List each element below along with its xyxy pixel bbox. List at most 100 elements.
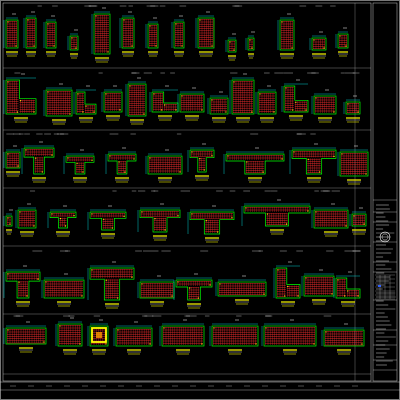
table-cell-fill — [378, 285, 381, 287]
concrete-outline — [189, 149, 215, 173]
corner-bar — [47, 23, 49, 25]
rebar-detail — [145, 149, 183, 183]
rebar-detail — [311, 203, 349, 237]
corner-bar — [91, 269, 93, 271]
corner-bar — [305, 109, 307, 111]
corner-bar — [313, 39, 315, 41]
corner-bar — [191, 213, 193, 215]
corner-bar — [319, 171, 321, 173]
corner-bar — [19, 211, 21, 213]
corner-bar — [245, 207, 247, 209]
corner-bar — [345, 225, 347, 227]
corner-bar — [209, 284, 211, 286]
concrete-outline — [179, 93, 205, 113]
rebar-detail — [41, 273, 85, 307]
corner-bar — [305, 277, 307, 279]
corner-bar — [82, 171, 84, 173]
corner-bar — [123, 19, 125, 21]
concrete-outline — [147, 155, 183, 175]
corner-bar — [59, 218, 62, 220]
rebar-detail — [241, 199, 311, 235]
concrete-outline — [209, 97, 229, 115]
corner-bar — [16, 111, 19, 113]
rebar-detail — [3, 145, 21, 177]
corner-bar — [131, 276, 133, 278]
corner-bar — [107, 51, 109, 53]
title-block — [372, 2, 398, 382]
corner-bar — [201, 109, 203, 111]
concrete-outline — [5, 327, 47, 345]
corner-bar — [69, 113, 71, 115]
corner-bar — [47, 91, 49, 93]
corner-bar — [201, 343, 203, 345]
corner-bar — [73, 215, 75, 217]
corner-bar — [211, 99, 213, 101]
corner-bar — [284, 295, 286, 297]
corner-bar — [117, 297, 119, 299]
corner-bar — [331, 293, 333, 295]
rebar-detail — [289, 143, 337, 183]
cad-drawing-sheet — [0, 0, 400, 400]
corner-bar — [347, 290, 349, 292]
corner-bar — [71, 37, 73, 39]
rebar-detail — [349, 207, 367, 235]
corner-bar — [233, 49, 235, 51]
rebar-detail — [321, 323, 365, 355]
drawing-svg — [0, 0, 400, 400]
corner-bar — [45, 281, 47, 283]
corner-bar — [33, 225, 35, 227]
corner-bar — [353, 215, 355, 217]
rebar-detail — [67, 29, 79, 59]
corner-bar — [149, 25, 151, 27]
corner-bar — [199, 158, 201, 160]
rebar-detail — [209, 319, 259, 355]
rebar-detail — [261, 319, 317, 355]
corner-bar — [175, 109, 177, 111]
corner-bar — [19, 100, 22, 102]
rebar-detail — [149, 85, 179, 121]
corner-bar — [307, 210, 309, 212]
concrete-outline — [189, 211, 235, 235]
rebar-detail — [87, 261, 135, 309]
concrete-outline — [57, 323, 83, 347]
rebar-detail — [333, 271, 361, 307]
corner-bar — [197, 297, 199, 299]
corner-bar — [285, 87, 287, 89]
corner-bar — [337, 279, 339, 281]
rebar-detail — [3, 321, 47, 353]
corner-bar — [154, 218, 156, 220]
corner-bar — [15, 45, 17, 47]
corner-bar — [227, 155, 229, 157]
corner-bar — [281, 158, 283, 160]
corner-bar — [17, 165, 19, 167]
corner-bar — [95, 15, 97, 17]
rebar-detail — [173, 273, 213, 309]
rebar-detail — [195, 11, 215, 57]
corner-bar — [179, 171, 181, 173]
corner-bar — [191, 151, 193, 153]
corner-bar — [262, 171, 264, 173]
corner-bar — [51, 154, 53, 156]
corner-bar — [7, 273, 9, 275]
rebar-detail — [223, 147, 285, 183]
corner-bar — [7, 329, 9, 331]
rebar-detail — [187, 205, 235, 243]
corner-bar — [363, 223, 365, 225]
corner-bar — [155, 45, 157, 47]
corner-bar — [82, 111, 84, 113]
rebar-detail — [311, 89, 337, 123]
concrete-outline — [115, 327, 153, 347]
corner-bar — [333, 155, 335, 157]
corner-bar — [26, 295, 28, 297]
rebar-detail — [119, 11, 135, 57]
corner-bar — [293, 151, 295, 153]
corner-bar — [7, 21, 9, 23]
corner-bar — [345, 45, 347, 47]
corner-bar — [233, 81, 235, 83]
corner-bar — [67, 157, 69, 159]
corner-bar — [91, 213, 93, 215]
corner-bar — [217, 231, 219, 233]
corner-bar — [313, 343, 315, 345]
corner-bar — [297, 295, 299, 297]
corner-bar — [265, 327, 267, 329]
